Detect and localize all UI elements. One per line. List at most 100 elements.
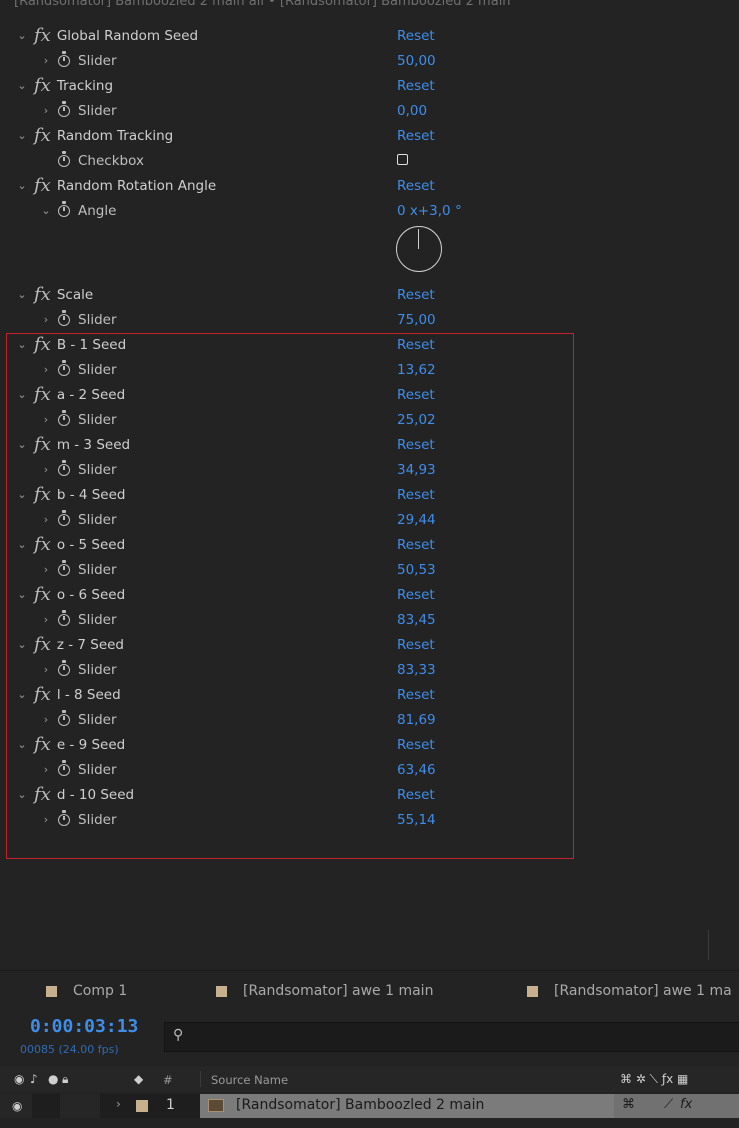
reset-button[interactable]: Reset bbox=[397, 287, 435, 303]
reset-button[interactable]: Reset bbox=[397, 28, 435, 44]
column-source-name[interactable]: Source Name bbox=[211, 1073, 288, 1087]
fx-icon[interactable]: fx bbox=[34, 785, 51, 804]
stopwatch-icon[interactable] bbox=[58, 809, 70, 826]
angle-value[interactable]: 0 x+3,0 ° bbox=[397, 203, 462, 219]
effect-row-tracking[interactable]: ⌄ fx Tracking Reset bbox=[0, 73, 739, 98]
chevron-down-icon[interactable]: ⌄ bbox=[40, 204, 52, 217]
chevron-right-icon[interactable]: › bbox=[40, 563, 52, 576]
chevron-right-icon[interactable]: › bbox=[40, 463, 52, 476]
param-row-slider[interactable]: › Slider 50,00 bbox=[0, 48, 739, 73]
chevron-right-icon[interactable]: › bbox=[40, 413, 52, 426]
chevron-down-icon[interactable]: ⌄ bbox=[16, 488, 28, 501]
video-toggle-icon[interactable]: ◉ bbox=[12, 1099, 22, 1113]
reset-button[interactable]: Reset bbox=[397, 787, 435, 803]
fx-icon[interactable]: fx bbox=[34, 126, 51, 145]
effect-row-seed-7[interactable]: ⌄ fx z - 7 Seed Reset bbox=[0, 632, 739, 657]
layer-name[interactable]: [Randsomator] Bamboozled 2 main bbox=[236, 1097, 484, 1113]
slider-value[interactable]: 81,69 bbox=[397, 712, 436, 728]
effect-row-scale[interactable]: ⌄ fx Scale Reset bbox=[0, 282, 739, 307]
slider-value[interactable]: 13,62 bbox=[397, 362, 436, 378]
effect-row-seed-5[interactable]: ⌄ fx o - 5 Seed Reset bbox=[0, 532, 739, 557]
fx-icon[interactable]: fx bbox=[34, 735, 51, 754]
param-row-slider[interactable]: › Slider 13,62 bbox=[0, 357, 739, 382]
reset-button[interactable]: Reset bbox=[397, 537, 435, 553]
stopwatch-icon[interactable] bbox=[58, 309, 70, 326]
video-toggle-icon[interactable]: ◉ bbox=[14, 1072, 24, 1086]
param-row-slider[interactable]: › Slider 34,93 bbox=[0, 457, 739, 482]
tab-randsomator-awe-1-main-2[interactable]: [Randsomator] awe 1 ma bbox=[527, 983, 732, 999]
param-row-slider[interactable]: › Slider 81,69 bbox=[0, 707, 739, 732]
param-row-slider[interactable]: › Slider 29,44 bbox=[0, 507, 739, 532]
tab-comp-1[interactable]: Comp 1 bbox=[46, 983, 127, 999]
stopwatch-icon[interactable] bbox=[58, 459, 70, 476]
current-time-display[interactable]: 0:00:03:13 bbox=[30, 1016, 138, 1037]
reset-button[interactable]: Reset bbox=[397, 637, 435, 653]
effect-row-seed-1[interactable]: ⌄ fx B - 1 Seed Reset bbox=[0, 332, 739, 357]
effect-row-random-tracking[interactable]: ⌄ fx Random Tracking Reset bbox=[0, 123, 739, 148]
chevron-right-icon[interactable]: › bbox=[40, 363, 52, 376]
reset-button[interactable]: Reset bbox=[397, 487, 435, 503]
reset-button[interactable]: Reset bbox=[397, 128, 435, 144]
param-row-slider[interactable]: › Slider 50,53 bbox=[0, 557, 739, 582]
slider-value[interactable]: 0,00 bbox=[397, 103, 427, 119]
fx-icon[interactable]: fx bbox=[34, 26, 51, 45]
chevron-right-icon[interactable]: › bbox=[40, 513, 52, 526]
shy-icon[interactable]: ⌘ bbox=[622, 1097, 635, 1112]
stopwatch-icon[interactable] bbox=[58, 150, 70, 167]
effect-row-seed-10[interactable]: ⌄ fx d - 10 Seed Reset bbox=[0, 782, 739, 807]
chevron-down-icon[interactable]: ⌄ bbox=[16, 538, 28, 551]
chevron-down-icon[interactable]: ⌄ bbox=[16, 179, 28, 192]
effect-row-random-rotation-angle[interactable]: ⌄ fx Random Rotation Angle Reset bbox=[0, 173, 739, 198]
slider-value[interactable]: 29,44 bbox=[397, 512, 436, 528]
audio-toggle-icon[interactable]: ♪ bbox=[30, 1072, 38, 1086]
chevron-down-icon[interactable]: ⌄ bbox=[16, 688, 28, 701]
effect-row-global-random-seed[interactable]: ⌄ fx Global Random Seed Reset bbox=[0, 23, 739, 48]
slider-value[interactable]: 50,00 bbox=[397, 53, 436, 69]
param-row-slider[interactable]: › Slider 63,46 bbox=[0, 757, 739, 782]
layer-search-input[interactable]: ⚲ bbox=[164, 1022, 739, 1052]
slider-value[interactable]: 50,53 bbox=[397, 562, 436, 578]
stopwatch-icon[interactable] bbox=[58, 709, 70, 726]
stopwatch-icon[interactable] bbox=[58, 509, 70, 526]
random-tracking-checkbox[interactable] bbox=[397, 154, 408, 165]
solo-icon[interactable]: ● bbox=[48, 1072, 58, 1086]
effect-row-seed-3[interactable]: ⌄ fx m - 3 Seed Reset bbox=[0, 432, 739, 457]
param-row-checkbox[interactable]: › Checkbox bbox=[0, 148, 739, 173]
fx-icon[interactable]: fx bbox=[34, 535, 51, 554]
fx-icon[interactable]: fx bbox=[34, 335, 51, 354]
fx-icon[interactable]: fx bbox=[34, 485, 51, 504]
chevron-down-icon[interactable]: ⌄ bbox=[16, 438, 28, 451]
chevron-down-icon[interactable]: ⌄ bbox=[16, 788, 28, 801]
slider-value[interactable]: 83,33 bbox=[397, 662, 436, 678]
effect-row-seed-8[interactable]: ⌄ fx l - 8 Seed Reset bbox=[0, 682, 739, 707]
chevron-right-icon[interactable]: › bbox=[40, 613, 52, 626]
chevron-right-icon[interactable]: › bbox=[40, 713, 52, 726]
chevron-right-icon[interactable]: › bbox=[40, 763, 52, 776]
reset-button[interactable]: Reset bbox=[397, 437, 435, 453]
label-color-swatch[interactable] bbox=[136, 1100, 148, 1112]
param-row-slider[interactable]: › Slider 83,45 bbox=[0, 607, 739, 632]
fx-icon[interactable]: fx bbox=[34, 635, 51, 654]
label-tag-icon[interactable]: ◆ bbox=[134, 1072, 143, 1086]
slider-value[interactable]: 63,46 bbox=[397, 762, 436, 778]
slider-value[interactable]: 34,93 bbox=[397, 462, 436, 478]
chevron-down-icon[interactable]: ⌄ bbox=[16, 288, 28, 301]
fx-icon[interactable]: fx bbox=[34, 176, 51, 195]
fx-icon[interactable]: fx bbox=[34, 385, 51, 404]
chevron-down-icon[interactable]: ⌄ bbox=[16, 129, 28, 142]
chevron-down-icon[interactable]: ⌄ bbox=[16, 388, 28, 401]
chevron-down-icon[interactable]: ⌄ bbox=[16, 79, 28, 92]
param-row-slider[interactable]: › Slider 83,33 bbox=[0, 657, 739, 682]
effect-row-seed-2[interactable]: ⌄ fx a - 2 Seed Reset bbox=[0, 382, 739, 407]
chevron-right-icon[interactable]: › bbox=[40, 663, 52, 676]
fx-icon[interactable]: fx bbox=[34, 585, 51, 604]
param-row-slider[interactable]: › Slider 25,02 bbox=[0, 407, 739, 432]
fx-icon[interactable]: fx bbox=[34, 285, 51, 304]
slider-value[interactable]: 83,45 bbox=[397, 612, 436, 628]
chevron-down-icon[interactable]: ⌄ bbox=[16, 738, 28, 751]
effect-row-seed-9[interactable]: ⌄ fx e - 9 Seed Reset bbox=[0, 732, 739, 757]
chevron-down-icon[interactable]: ⌄ bbox=[16, 588, 28, 601]
stopwatch-icon[interactable] bbox=[58, 359, 70, 376]
tab-randsomator-awe-1-main[interactable]: [Randsomator] awe 1 main bbox=[216, 983, 433, 999]
reset-button[interactable]: Reset bbox=[397, 587, 435, 603]
